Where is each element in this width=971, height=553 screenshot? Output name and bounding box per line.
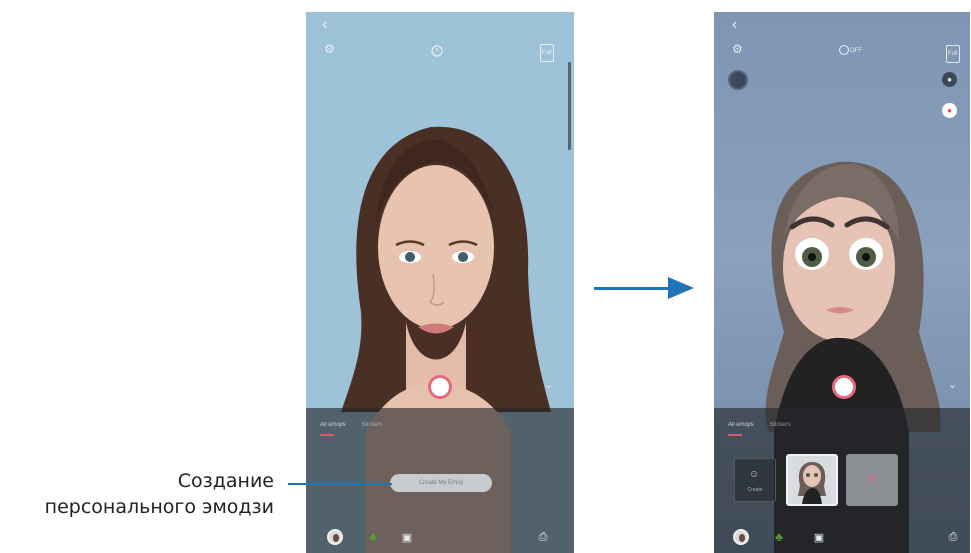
tab-stickers[interactable]: Stickers — [361, 422, 382, 428]
create-emoji-card[interactable]: ☺ Create — [734, 458, 776, 502]
sticker-icon[interactable]: ♣ — [362, 529, 384, 545]
chevron-down-icon[interactable]: ⌄ — [948, 378, 957, 391]
tab-indicator — [320, 434, 334, 436]
camera-screen-right: ‹ ⚙ OFF Full ● ● ⌄ All emojis Stickers ☺… — [714, 12, 970, 553]
emoji-panel: All emojis Stickers ☺ Create + ♣ ▣ ⎙ — [714, 408, 970, 553]
tab-all-emojis[interactable]: All emojis — [728, 422, 754, 428]
shutter-button[interactable] — [832, 375, 856, 399]
create-my-emoji-button[interactable]: Create My Emoji — [390, 474, 492, 492]
tab-indicator — [728, 434, 742, 436]
callout-line2: персонального эмодзи — [44, 496, 274, 518]
transition-arrow-line — [594, 287, 674, 290]
gallery-icon[interactable]: ▣ — [808, 529, 830, 545]
face-outline-icon: ☺ — [749, 469, 760, 480]
sticker-icon[interactable]: ♣ — [768, 529, 790, 545]
emoji-thumbnail — [798, 462, 826, 504]
emoji-face-icon[interactable] — [324, 529, 346, 545]
emoji-face-icon[interactable] — [730, 529, 752, 545]
callout-leader-line — [288, 483, 392, 485]
chevron-down-icon[interactable]: ⌄ — [544, 378, 553, 391]
tab-stickers[interactable]: Stickers — [769, 422, 790, 428]
my-emoji-card[interactable] — [786, 454, 838, 506]
camera-screen-left: ‹ ⚙ Full ⌄ All emojis Stickers Create My… — [306, 12, 574, 553]
share-icon[interactable]: ⎙ — [532, 529, 554, 545]
emoji-panel: All emojis Stickers Create My Emoji ♣ ▣ … — [306, 408, 574, 553]
share-icon[interactable]: ⎙ — [942, 529, 964, 545]
gallery-icon[interactable]: ▣ — [396, 529, 418, 545]
shutter-button[interactable] — [428, 375, 452, 399]
transition-arrow-head-icon — [668, 277, 694, 299]
create-card-label: Create — [747, 487, 763, 493]
callout-line1: Создание — [177, 470, 274, 492]
add-emoji-button[interactable]: + — [846, 454, 898, 506]
tab-all-emojis[interactable]: All emojis — [320, 422, 346, 428]
